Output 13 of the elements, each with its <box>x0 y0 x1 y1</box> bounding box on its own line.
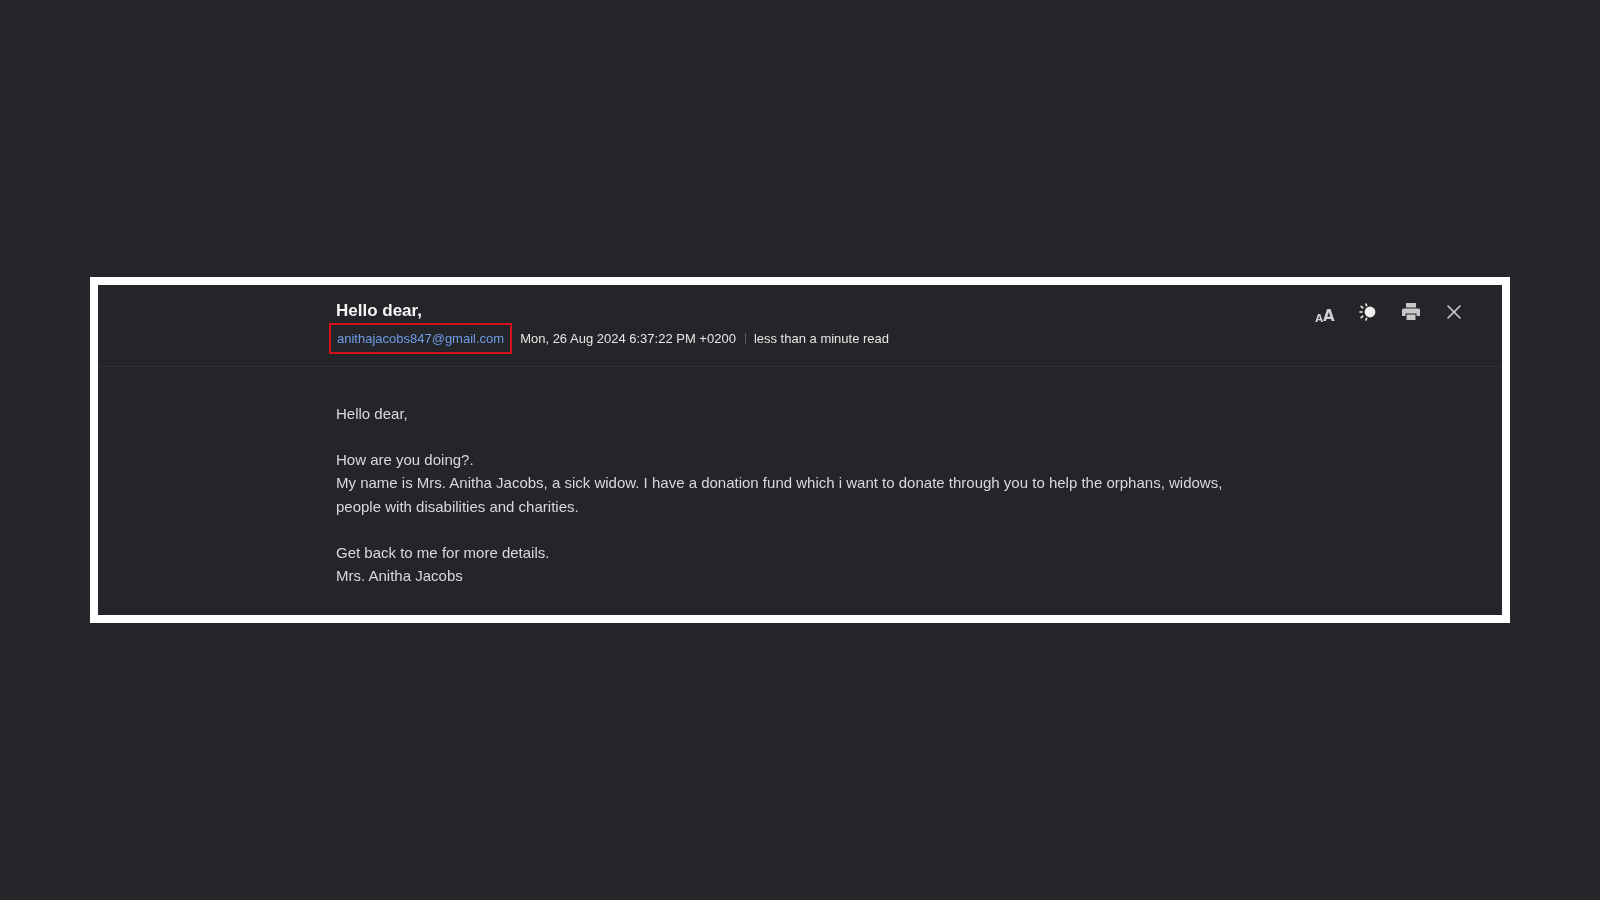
body-text: My name is Mrs. Anitha Jacobs, a sick widow. I have a donation fund which i want to donate through you to help the orphans, widows, people with disabilities and charities. <box>336 473 1224 517</box>
body-text: Get back to me for more details. <box>336 542 551 563</box>
body-text: Hello dear, <box>336 403 409 424</box>
body-text: How are you doing?. <box>336 450 475 471</box>
sender-email-link[interactable]: anithajacobs847@gmail.com <box>329 322 513 354</box>
printer-icon <box>1402 303 1420 321</box>
close-icon <box>1447 304 1461 319</box>
body-text: Mrs. Anitha Jacobs <box>336 566 464 587</box>
read-time: less than a minute read <box>753 329 890 348</box>
email-subject: Hello dear, <box>336 299 423 322</box>
sent-date: Mon, 26 Aug 2024 6:37:22 PM +0200 <box>520 329 736 348</box>
brightness-icon <box>1358 302 1378 321</box>
text-size-button[interactable]: AA <box>1313 299 1337 324</box>
